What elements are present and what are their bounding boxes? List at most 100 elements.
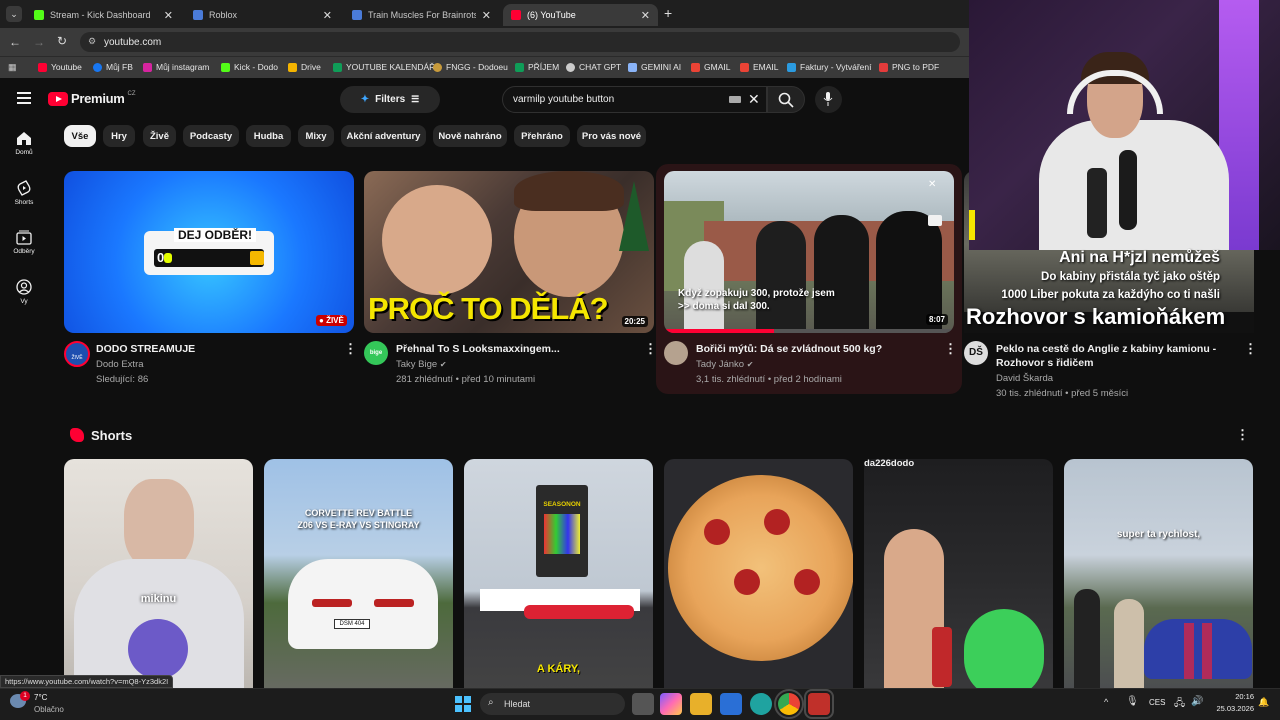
video-title[interactable]: Peklo na cestě do Anglie z kabiny kamion… xyxy=(996,343,1216,355)
sidebar-item-subscriptions[interactable]: Odběry xyxy=(0,230,48,255)
clear-search-icon[interactable]: ✕ xyxy=(748,91,760,108)
bookmark-kick[interactable]: Kick - Dodo xyxy=(221,62,278,72)
channel-avatar[interactable]: bige xyxy=(364,341,388,365)
chip-mixes[interactable]: Mixy xyxy=(298,125,334,147)
apps-icon[interactable]: ▦ xyxy=(8,62,17,73)
bookmark-fb[interactable]: Můj FB xyxy=(93,62,133,72)
bookmark-png-to-pdf[interactable]: PNG to PDF xyxy=(879,62,939,72)
edge-icon[interactable] xyxy=(750,693,772,715)
bookmark-prijem[interactable]: PŘÍJEM xyxy=(515,62,559,72)
bookmark-gmail[interactable]: GMAIL xyxy=(691,62,730,72)
sidebar-item-you[interactable]: Vy xyxy=(0,279,48,305)
tab-list-button[interactable]: ⌄ xyxy=(6,6,22,22)
volume-icon[interactable]: 🔊 xyxy=(1191,696,1203,707)
copilot-icon[interactable] xyxy=(660,693,682,715)
clock-time[interactable]: 20:16 xyxy=(1208,692,1254,701)
windows-start-icon[interactable] xyxy=(455,696,471,712)
more-options-icon[interactable]: ⋮ xyxy=(1244,341,1257,357)
short-card[interactable] xyxy=(864,459,1053,699)
bookmark-email[interactable]: EMAIL xyxy=(740,62,779,72)
short-card[interactable]: super ta rychlost, xyxy=(1064,459,1253,699)
channel-name-row[interactable]: Taky Bige ✔ xyxy=(396,359,447,370)
bookmark-calendar[interactable]: YOUTUBE KALENDÁŘ xyxy=(333,62,435,72)
bookmark-gemini[interactable]: GEMINI AI xyxy=(628,62,681,72)
video-thumbnail[interactable]: ✕ Když zopakuju 300, protože jsem >> dom… xyxy=(664,171,954,333)
short-card[interactable] xyxy=(664,459,853,699)
outlook-icon[interactable] xyxy=(720,693,742,715)
poster-cars-graphic xyxy=(544,514,580,554)
sidebar-item-shorts[interactable]: Shorts xyxy=(0,180,48,206)
chip-all[interactable]: Vše xyxy=(64,125,96,147)
file-explorer-icon[interactable] xyxy=(690,693,712,715)
taskbar-search[interactable]: ⌕ Hledat xyxy=(480,693,625,715)
task-view-icon[interactable] xyxy=(632,693,654,715)
close-icon[interactable]: ✕ xyxy=(323,9,332,22)
channel-name[interactable]: David Škarda xyxy=(996,373,1053,384)
tab-roblox[interactable]: Roblox ✕ xyxy=(185,4,340,26)
video-title[interactable]: Přehnal To S Looksmaxxingem... xyxy=(396,343,560,355)
search-button[interactable] xyxy=(767,86,805,113)
chip-live[interactable]: Živě xyxy=(143,125,176,147)
back-icon[interactable]: ← xyxy=(9,35,21,49)
bookmark-instagram[interactable]: Můj instagram xyxy=(143,62,209,72)
video-title[interactable]: Bořiči mýtů: Dá se zvládnout 500 kg? xyxy=(696,343,882,355)
clock-date[interactable]: 25.03.2026 xyxy=(1208,704,1254,713)
close-icon[interactable]: ✕ xyxy=(482,9,491,22)
tray-chevron-icon[interactable]: ^ xyxy=(1104,697,1108,707)
video-title-line2[interactable]: Rozhovor s řidičem xyxy=(996,357,1093,369)
chip-recently-uploaded[interactable]: Nově nahráno xyxy=(433,125,507,147)
site-info-icon[interactable]: ⚙ xyxy=(88,36,96,47)
chip-podcasts[interactable]: Podcasty xyxy=(183,125,239,147)
chip-music[interactable]: Hudba xyxy=(246,125,291,147)
forward-icon[interactable]: → xyxy=(33,35,45,49)
channel-name-row[interactable]: Tady Jánko ✔ xyxy=(696,359,753,370)
notifications-icon[interactable]: 🔔 xyxy=(1258,697,1269,708)
video-thumbnail[interactable]: PROČ TO DĚLÁ? 20:25 xyxy=(364,171,654,333)
chrome-icon[interactable] xyxy=(774,689,804,719)
filters-button[interactable]: ✦ Filters ☰ xyxy=(340,86,440,113)
search-icon: ⌕ xyxy=(488,697,494,708)
video-title[interactable]: DODO STREAMUJE xyxy=(96,343,195,355)
bookmark-youtube[interactable]: Youtube xyxy=(38,62,82,72)
tray-mic-icon[interactable]: 🎙 xyxy=(1126,696,1139,707)
short-card[interactable]: mikinu xyxy=(64,459,253,699)
new-tab-button[interactable]: + xyxy=(664,5,672,21)
chip-watched[interactable]: Přehráno xyxy=(514,125,570,147)
menu-icon[interactable] xyxy=(17,92,31,104)
bookmark-chatgpt[interactable]: CHAT GPT xyxy=(566,62,621,72)
keyboard-icon[interactable] xyxy=(729,96,741,103)
short-card[interactable]: CORVETTE REV BATTLE Z06 VS E-RAY VS STIN… xyxy=(264,459,453,699)
more-options-icon[interactable]: ⋮ xyxy=(944,341,957,357)
search-input[interactable]: varmilp youtube button ✕ xyxy=(502,86,767,113)
channel-name[interactable]: Dodo Extra xyxy=(96,359,144,370)
channel-avatar[interactable] xyxy=(664,341,688,365)
network-icon[interactable]: 🖧 xyxy=(1174,696,1185,713)
input-language[interactable]: CES xyxy=(1149,698,1165,707)
voice-search-button[interactable] xyxy=(815,86,842,113)
chip-games[interactable]: Hry xyxy=(103,125,135,147)
tab-train-muscles[interactable]: Train Muscles For Brainrots ✕ xyxy=(344,4,499,26)
url-field[interactable]: ⚙ youtube.com xyxy=(80,32,960,52)
short-card[interactable]: SEASONON A KÁRY, xyxy=(464,459,653,699)
reload-icon[interactable]: ↻ xyxy=(57,34,67,48)
close-icon[interactable]: ✕ xyxy=(641,9,650,22)
shorts-more-options-icon[interactable]: ⋮ xyxy=(1236,427,1249,443)
tab-youtube[interactable]: (6) YouTube ✕ xyxy=(503,4,658,26)
sidebar-item-home[interactable]: Domů xyxy=(0,131,48,156)
tab-kick-dashboard[interactable]: Stream - Kick Dashboard ✕ xyxy=(26,4,181,26)
video-thumbnail[interactable]: DEJ ODBĚR! 0 ● ŽIVĚ xyxy=(64,171,354,333)
bookmark-faktury[interactable]: Faktury - Vytváření xyxy=(787,62,871,72)
channel-avatar[interactable]: ŽIVĚ xyxy=(64,341,90,367)
bookmark-drive[interactable]: Drive xyxy=(288,62,321,72)
close-icon[interactable]: ✕ xyxy=(164,9,173,22)
channel-avatar[interactable]: DŠ xyxy=(964,341,988,365)
chip-action-adventure[interactable]: Akční adventury xyxy=(341,125,426,147)
youtube-logo[interactable]: Premium CZ xyxy=(48,91,136,106)
captions-icon[interactable] xyxy=(928,215,942,226)
more-options-icon[interactable]: ⋮ xyxy=(344,341,357,357)
obs-icon[interactable] xyxy=(804,689,834,719)
notification-badge: 1 xyxy=(20,691,30,701)
dismiss-icon[interactable]: ✕ xyxy=(928,179,936,190)
bookmark-fngg[interactable]: FNGG - Dodoeu xyxy=(433,62,508,72)
chip-new-to-you[interactable]: Pro vás nové xyxy=(577,125,646,147)
